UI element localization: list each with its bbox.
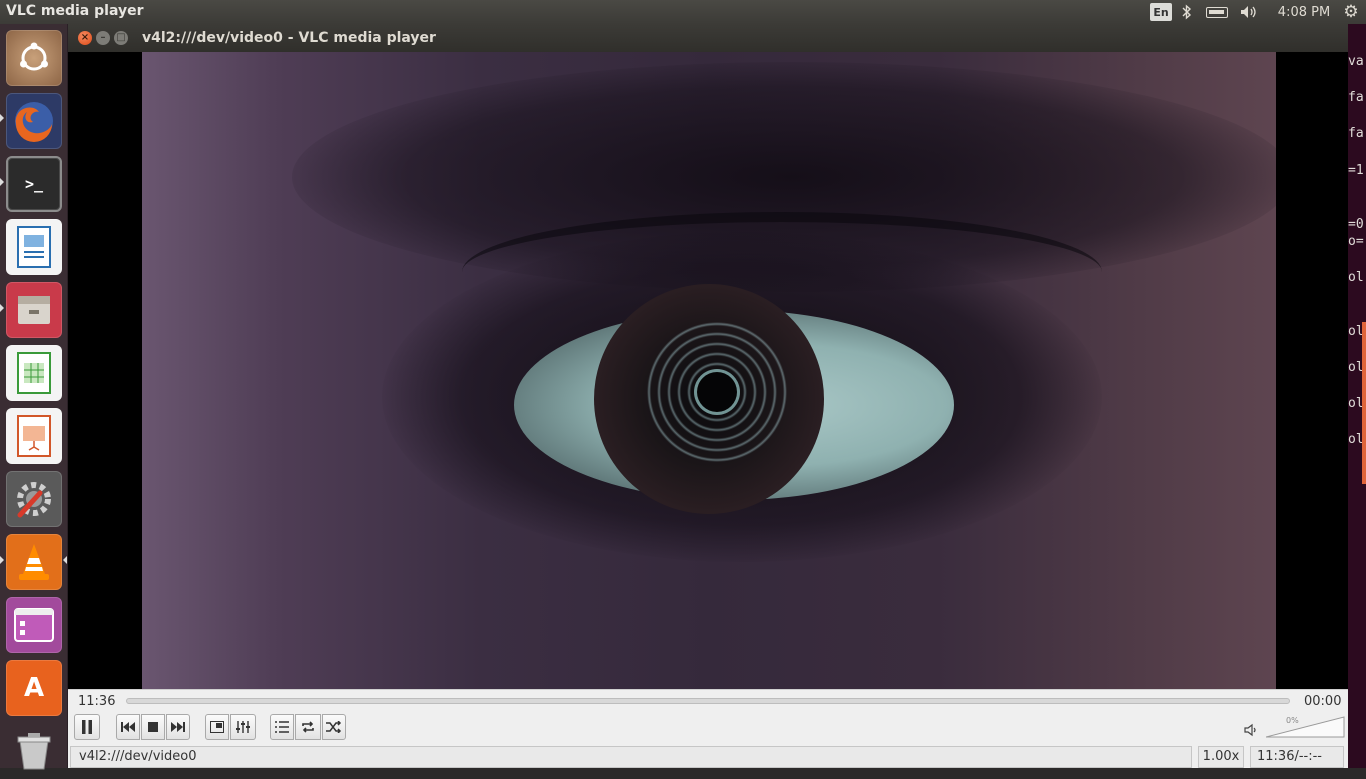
controls-panel: 11:36 00:00 0% v4l2:///dev/video0 1.00x … [68, 689, 1348, 768]
equalizer-icon [236, 721, 250, 733]
volume-icon[interactable] [1238, 0, 1260, 24]
battery-icon[interactable] [1204, 0, 1230, 24]
previous-icon [121, 722, 135, 732]
terminal-line: fa [1348, 126, 1364, 141]
seek-slider[interactable] [126, 698, 1290, 704]
terminal-line: ol [1348, 270, 1364, 285]
maximize-button[interactable]: □ [114, 31, 128, 45]
shuffle-button[interactable] [322, 714, 346, 740]
terminal-line: =1 [1348, 163, 1364, 178]
terminal-line: o= [1348, 234, 1364, 249]
libreoffice-calc-icon[interactable] [6, 345, 62, 401]
vlc-window: × – □ v4l2:///dev/video0 - VLC media pla… [68, 24, 1348, 768]
window-app-icon[interactable] [6, 597, 62, 653]
bluetooth-icon[interactable] [1180, 0, 1194, 24]
ubuntu-dash-button[interactable] [6, 30, 62, 86]
close-button[interactable]: × [78, 31, 92, 45]
pupil-shape [694, 369, 740, 415]
window-titlebar[interactable]: × – □ v4l2:///dev/video0 - VLC media pla… [68, 24, 1348, 52]
next-icon [171, 722, 185, 732]
top-panel: VLC media player En 4:08 PM ⚙ [0, 0, 1366, 24]
terminal-scrollbar[interactable] [1362, 322, 1366, 484]
terminal-line: va [1348, 54, 1364, 69]
software-center-icon[interactable]: A [6, 660, 62, 716]
speaker-icon [1244, 723, 1256, 737]
window-title: v4l2:///dev/video0 - VLC media player [142, 30, 436, 46]
libreoffice-impress-icon[interactable] [6, 408, 62, 464]
keyboard-layout-indicator[interactable]: En [1150, 3, 1172, 21]
vlc-icon[interactable] [6, 534, 62, 590]
app-title: VLC media player [6, 3, 144, 19]
status-time[interactable]: 11:36/--:-- [1250, 746, 1344, 768]
shuffle-icon [326, 721, 342, 733]
loop-button[interactable] [295, 714, 321, 740]
pause-button[interactable] [74, 714, 100, 740]
system-settings-icon[interactable] [6, 471, 62, 527]
status-media-name: v4l2:///dev/video0 [70, 746, 1192, 768]
pause-icon [82, 720, 92, 734]
stop-icon [148, 722, 158, 732]
video-output[interactable] [68, 52, 1348, 689]
video-frame [142, 52, 1276, 689]
trash-icon[interactable] [6, 723, 62, 779]
software-center-glyph: A [23, 673, 45, 703]
terminal-line: =0 [1348, 217, 1364, 232]
playlist-icon [275, 721, 289, 733]
status-bar: v4l2:///dev/video0 1.00x 11:36/--:-- [68, 745, 1348, 769]
gear-icon[interactable]: ⚙ [1340, 0, 1362, 24]
terminal-line: fa [1348, 90, 1364, 105]
firefox-icon[interactable] [6, 93, 62, 149]
loop-icon [302, 721, 314, 733]
minimize-button[interactable]: – [96, 31, 110, 45]
volume-percent: 0% [1286, 716, 1299, 725]
playback-speed[interactable]: 1.00x [1198, 746, 1244, 768]
previous-button[interactable] [116, 714, 140, 740]
terminal-icon[interactable]: >_ [6, 156, 62, 212]
clock[interactable]: 4:08 PM [1276, 0, 1332, 24]
file-manager-icon[interactable] [6, 282, 62, 338]
stop-button[interactable] [141, 714, 165, 740]
mute-button[interactable] [1244, 723, 1262, 741]
elapsed-time[interactable]: 11:36 [78, 694, 115, 709]
volume-slider[interactable] [1266, 715, 1346, 739]
fullscreen-button[interactable] [205, 714, 229, 740]
next-button[interactable] [166, 714, 190, 740]
fullscreen-icon [210, 721, 224, 733]
launcher: >_ A [0, 24, 68, 770]
libreoffice-writer-icon[interactable] [6, 219, 62, 275]
terminal-icon-glyph: >_ [24, 175, 44, 193]
playlist-button[interactable] [270, 714, 294, 740]
total-time[interactable]: 00:00 [1304, 694, 1341, 709]
extended-settings-button[interactable] [230, 714, 256, 740]
